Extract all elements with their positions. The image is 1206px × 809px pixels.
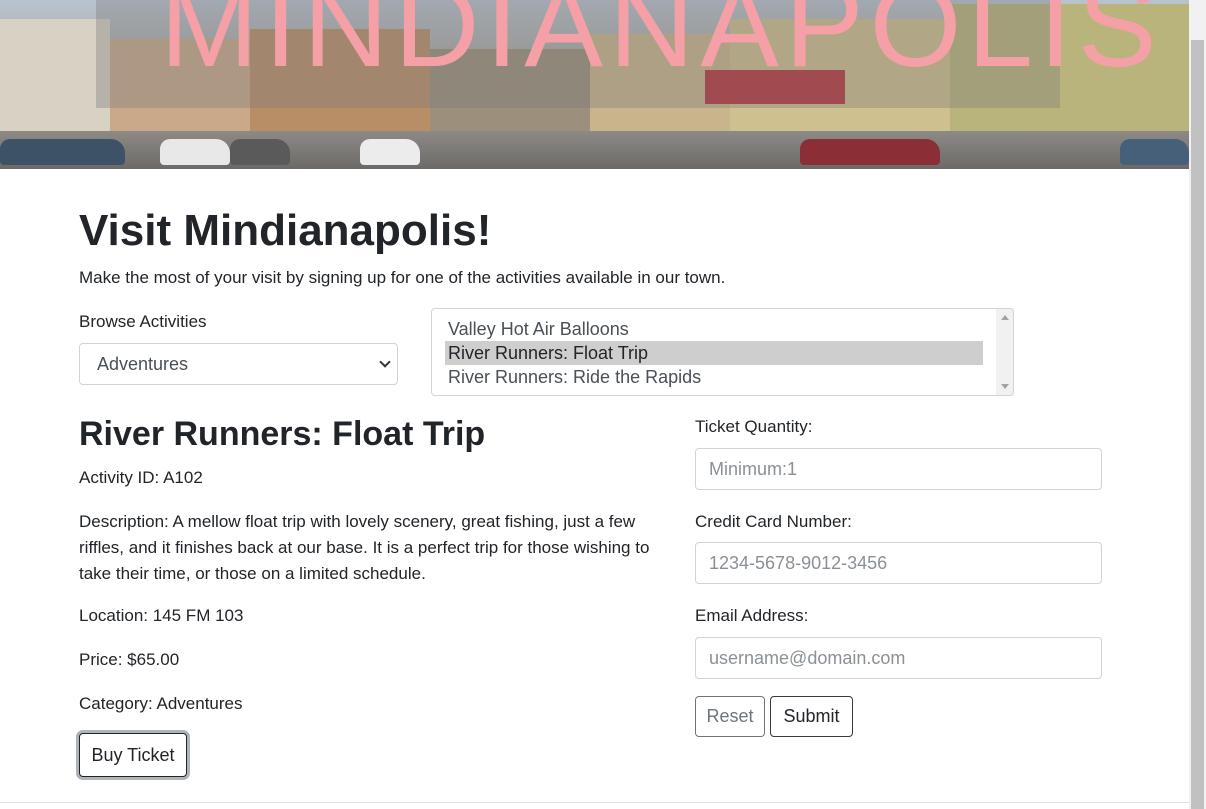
- listbox-scrollbar[interactable]: [996, 309, 1013, 395]
- email-input[interactable]: [695, 637, 1102, 679]
- hero-car: [800, 139, 940, 165]
- activity-option[interactable]: River Runners: Ride the Rapids: [445, 365, 983, 389]
- activity-option[interactable]: Valley Hot Air Balloons: [445, 317, 983, 341]
- ticket-quantity-input[interactable]: [695, 448, 1102, 490]
- activity-category: Category: Adventures: [79, 694, 243, 713]
- email-label: Email Address:: [695, 606, 809, 625]
- activity-title: River Runners: Float Trip: [79, 415, 486, 453]
- activity-listbox[interactable]: Valley Hot Air Balloons River Runners: F…: [431, 308, 1014, 396]
- divider: [0, 802, 1189, 803]
- credit-card-label: Credit Card Number:: [695, 512, 852, 531]
- activity-id: Activity ID: A102: [79, 468, 203, 487]
- buy-ticket-button[interactable]: Buy Ticket: [79, 733, 187, 777]
- ticket-quantity-label: Ticket Quantity:: [695, 417, 813, 436]
- category-select[interactable]: Adventures: [79, 343, 398, 385]
- hero-title: MINDIANAPOLIS: [160, 0, 1163, 92]
- activity-option-selected[interactable]: River Runners: Float Trip: [445, 341, 983, 365]
- reset-button[interactable]: Reset: [695, 696, 765, 737]
- chevron-down-icon: [379, 356, 391, 368]
- browse-activities-label: Browse Activities: [79, 312, 207, 331]
- page-scrollbar[interactable]: [1189, 0, 1206, 809]
- category-select-value: Adventures: [97, 354, 189, 374]
- activity-location: Location: 145 FM 103: [79, 606, 244, 625]
- submit-button[interactable]: Submit: [770, 696, 853, 737]
- hero-car: [360, 139, 420, 165]
- page-scroll-thumb[interactable]: [1191, 40, 1204, 809]
- hero-car: [230, 139, 290, 165]
- hero-banner: MINDIANAPOLIS: [0, 0, 1189, 169]
- activity-price: Price: $65.00: [79, 650, 180, 669]
- credit-card-input[interactable]: [695, 542, 1102, 584]
- page-title: Visit Mindianapolis!: [79, 206, 492, 255]
- hero-car: [0, 139, 125, 165]
- activity-description: Description: A mellow float trip with lo…: [79, 512, 650, 583]
- scroll-up-arrow-icon[interactable]: [1001, 315, 1009, 320]
- scroll-down-arrow-icon[interactable]: [1001, 384, 1009, 389]
- hero-car: [160, 139, 230, 165]
- page-intro: Make the most of your visit by signing u…: [79, 268, 726, 287]
- hero-car: [1120, 139, 1189, 165]
